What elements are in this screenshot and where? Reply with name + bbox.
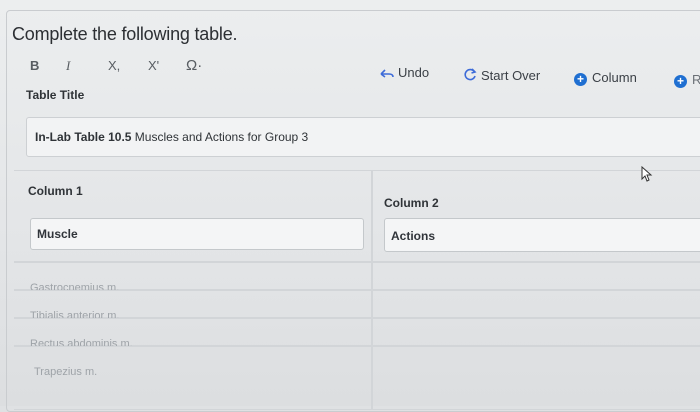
table-title-value-bold: In-Lab Table 10.5 <box>35 130 132 144</box>
column-1-label-text: Column 1 <box>28 184 83 198</box>
table-cell-row1-col2[interactable] <box>372 262 700 290</box>
plus-circle-icon: + <box>674 75 687 88</box>
column-1-label: Column 1 <box>28 184 83 198</box>
question-prompt: Complete the following table. <box>12 24 238 44</box>
column-2-label: Column 2 <box>384 196 439 210</box>
table-title-label: Table Title <box>26 88 85 102</box>
mouse-pointer-icon <box>641 166 653 182</box>
table-title-value: In-Lab Table 10.5 Muscles and Actions fo… <box>35 130 308 144</box>
add-row-button[interactable]: + R <box>674 72 700 88</box>
bold-button[interactable]: B <box>30 58 39 73</box>
table-cell-row2-col2[interactable] <box>372 290 700 318</box>
superscript-button[interactable]: X' <box>148 58 159 73</box>
data-table: Column 1 Muscle Column 2 Actions Gastroc… <box>14 170 700 410</box>
page: Complete the following table. B I X, X' … <box>0 0 700 412</box>
undo-button[interactable]: Undo <box>380 65 429 80</box>
start-over-label: Start Over <box>481 68 541 83</box>
editor-toolbar: B I X, X' Ω· Undo Start Over + Column + R <box>28 57 700 88</box>
undo-icon <box>380 69 394 78</box>
refresh-icon <box>464 68 477 81</box>
table-cell-row3-col2[interactable] <box>372 318 700 346</box>
row-4-col-1-text: Trapezius m. <box>34 366 98 378</box>
start-over-button[interactable]: Start Over <box>464 68 540 83</box>
add-column-label: Column <box>592 70 637 85</box>
table-title-value-rest: Muscles and Actions for Group 3 <box>131 130 309 144</box>
subscript-button[interactable]: X, <box>108 58 120 73</box>
undo-label: Undo <box>398 65 430 80</box>
add-row-label: R <box>692 72 700 87</box>
table-title-input[interactable]: In-Lab Table 10.5 Muscles and Actions fo… <box>26 117 700 157</box>
column-1-header-input[interactable]: Muscle <box>30 218 364 250</box>
add-column-button[interactable]: + Column <box>574 70 637 86</box>
column-2-label-text: Column 2 <box>384 196 439 210</box>
column-2-header-input[interactable]: Actions <box>384 218 700 252</box>
table-cell-row4-col2[interactable] <box>372 346 700 410</box>
italic-button[interactable]: I <box>66 58 70 74</box>
special-characters-button[interactable]: Ω· <box>186 57 202 74</box>
table-row[interactable] <box>14 346 372 410</box>
plus-circle-icon: + <box>574 73 587 86</box>
